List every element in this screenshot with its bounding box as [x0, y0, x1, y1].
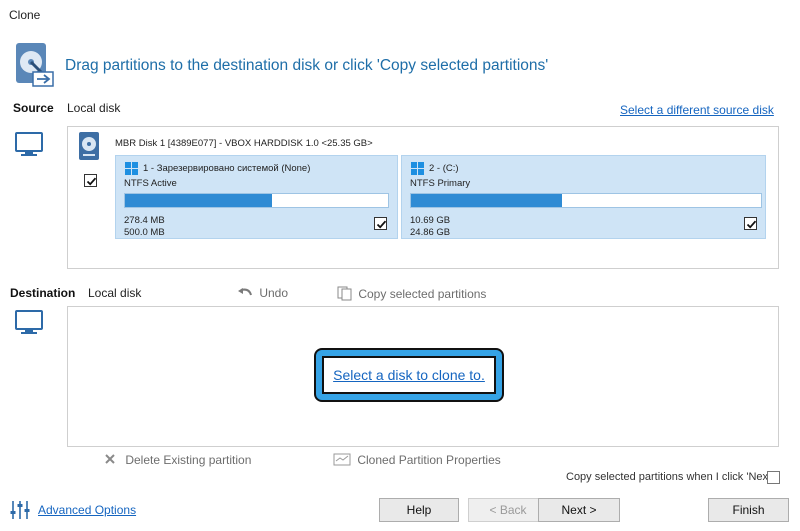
partition-usage-bar [124, 193, 389, 208]
undo-label: Undo [259, 286, 289, 300]
hard-disk-icon [77, 131, 101, 161]
help-button[interactable]: Help [379, 498, 459, 522]
partition-checkbox[interactable] [374, 217, 387, 230]
delete-existing-partition-button[interactable]: Delete Existing partition [104, 453, 251, 468]
select-destination-disk-link[interactable]: Select a disk to clone to. [322, 367, 496, 383]
partition-total-size: 500.0 MB [124, 227, 165, 238]
source-label: Source [13, 101, 54, 115]
windows-icon [411, 162, 424, 175]
settings-sliders-icon [9, 500, 31, 520]
advanced-options-link[interactable]: Advanced Options [38, 503, 136, 517]
partition-name: 1 - Зарезервировано системой (None) [143, 163, 311, 174]
copy-icon [337, 286, 353, 304]
partition-card-2[interactable]: 2 - (C:) NTFS Primary 10.69 GB 24.86 GB [401, 155, 766, 239]
partition-used-size: 278.4 MB [124, 215, 165, 226]
partition-usage-bar [410, 193, 762, 208]
partition-card-1[interactable]: 1 - Зарезервировано системой (None) NTFS… [115, 155, 398, 239]
finish-button[interactable]: Finish [708, 498, 789, 522]
select-source-disk-link[interactable]: Select a different source disk [620, 103, 774, 117]
partition-checkbox[interactable] [744, 217, 757, 230]
copy-selected-partitions-button[interactable]: Copy selected partitions [337, 286, 486, 304]
cloned-props-label: Cloned Partition Properties [357, 453, 501, 467]
source-disk-checkbox[interactable] [84, 174, 97, 187]
source-disk-type: Local disk [67, 101, 121, 115]
destination-disk-type: Local disk [88, 286, 142, 300]
partition-filesystem: NTFS Active [124, 178, 177, 189]
cloned-partition-properties-button[interactable]: Cloned Partition Properties [333, 453, 501, 469]
partition-usage-fill [411, 194, 562, 207]
copy-selected-label: Copy selected partitions [358, 287, 487, 301]
undo-button[interactable]: Undo [237, 286, 288, 302]
back-button[interactable]: < Back [468, 498, 548, 522]
partition-usage-fill [125, 194, 273, 207]
delete-existing-label: Delete Existing partition [125, 453, 252, 467]
monitor-icon [14, 308, 44, 338]
copy-on-next-label: Copy selected partitions when I click 'N… [566, 471, 774, 483]
partition-filesystem: NTFS Primary [410, 178, 471, 189]
copy-on-next-checkbox[interactable] [767, 471, 780, 484]
partition-used-size: 10.69 GB [410, 215, 451, 226]
partition-total-size: 24.86 GB [410, 227, 451, 238]
monitor-icon [14, 130, 44, 160]
window-title: Clone [9, 8, 41, 22]
source-disk-title: MBR Disk 1 [4389E077] - VBOX HARDDISK 1.… [115, 138, 373, 149]
destination-label: Destination [10, 286, 76, 300]
next-button[interactable]: Next > [538, 498, 620, 522]
select-destination-highlight: Select a disk to clone to. [316, 350, 502, 400]
windows-icon [125, 162, 138, 175]
partition-name: 2 - (C:) [429, 163, 459, 174]
clone-wizard-icon [13, 42, 55, 88]
undo-icon [237, 287, 253, 302]
header-instruction: Drag partitions to the destination disk … [65, 57, 549, 74]
properties-icon [333, 453, 351, 469]
delete-x-icon [104, 453, 118, 468]
